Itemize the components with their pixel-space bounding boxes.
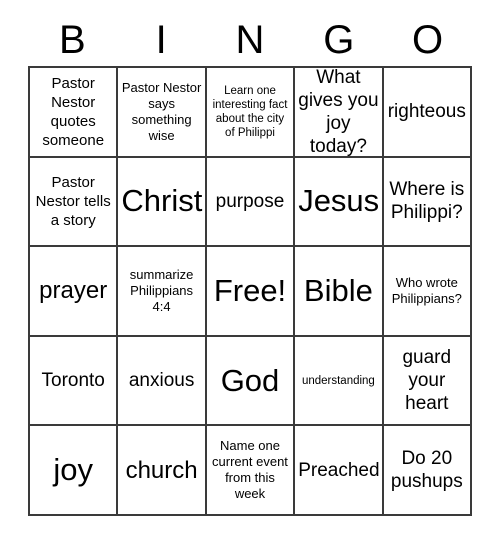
bingo-cell-label: prayer xyxy=(39,277,108,305)
bingo-cell-label: Pastor Nestor tells a story xyxy=(35,173,111,229)
bingo-cell[interactable]: Bible xyxy=(295,247,384,337)
bingo-cell-label: Jesus xyxy=(298,183,380,219)
bingo-cell-label: summarize Philippians 4:4 xyxy=(129,266,194,314)
bingo-cell-label: Where is Philippi? xyxy=(389,179,465,224)
bingo-grid: Pastor Nestor quotes someone Pastor Nesto… xyxy=(28,66,472,516)
bingo-cell-label: Christ xyxy=(121,183,203,219)
bingo-cell-label: Who wrote Philippians? xyxy=(391,274,462,306)
bingo-cell[interactable]: Toronto xyxy=(30,336,119,427)
bingo-header: B I N G O xyxy=(28,14,472,66)
bingo-cell[interactable]: Pastor Nestor tells a story xyxy=(30,157,119,248)
bingo-cell-label: guard your heart xyxy=(402,347,452,415)
bingo-cell[interactable]: What gives you joy today? xyxy=(295,68,384,158)
bingo-cell[interactable]: prayer xyxy=(30,247,119,337)
bingo-cell-label: Do 20 pushups xyxy=(390,448,463,493)
bingo-cell[interactable]: Learn one interesting fact about the cit… xyxy=(206,68,296,158)
bingo-cell-label: Learn one interesting fact about the cit… xyxy=(212,84,288,139)
bingo-header-letter-n: N xyxy=(235,18,265,62)
bingo-cell-label: church xyxy=(125,456,198,484)
bingo-cell[interactable]: Pastor Nestor quotes someone xyxy=(30,68,119,158)
bingo-cell-label: anxious xyxy=(128,370,195,392)
bingo-cell[interactable]: Do 20 pushups xyxy=(383,426,472,516)
bingo-cell-label: What gives you joy today? xyxy=(298,68,379,157)
bingo-cell-label: righteous xyxy=(387,101,466,123)
bingo-cell[interactable]: understanding xyxy=(295,336,384,427)
bingo-cell-label: Preached xyxy=(298,459,380,481)
bingo-cell-label: God xyxy=(220,362,280,398)
bingo-cell[interactable]: purpose xyxy=(206,157,296,248)
bingo-cell[interactable]: Christ xyxy=(118,157,207,248)
bingo-cell[interactable]: church xyxy=(118,426,207,516)
bingo-cell[interactable]: Where is Philippi? xyxy=(383,157,472,248)
bingo-cell[interactable]: Name one current event from this week xyxy=(206,426,296,516)
bingo-cell-label: Pastor Nestor quotes someone xyxy=(42,74,105,149)
bingo-header-letter-g: G xyxy=(323,18,355,62)
bingo-cell[interactable]: anxious xyxy=(118,336,207,427)
bingo-cell[interactable]: God xyxy=(206,336,296,427)
bingo-cell[interactable]: righteous xyxy=(383,68,472,158)
bingo-cell-label: Pastor Nestor says something wise xyxy=(121,79,202,143)
bingo-cell-label: understanding xyxy=(301,374,375,387)
bingo-cell[interactable]: summarize Philippians 4:4 xyxy=(118,247,207,337)
bingo-cell[interactable]: Free! xyxy=(206,247,296,337)
bingo-cell[interactable]: Pastor Nestor says something wise xyxy=(118,68,207,158)
bingo-card: B I N G O Pastor Nestor quotes someone Pa… xyxy=(0,0,500,544)
bingo-cell[interactable]: Who wrote Philippians? xyxy=(383,247,472,337)
bingo-cell-label: Name one current event from this week xyxy=(212,438,288,502)
bingo-cell-label: Bible xyxy=(303,272,373,308)
bingo-cell-label: Free! xyxy=(213,272,287,308)
bingo-header-letter-b: B xyxy=(59,18,86,62)
bingo-cell-label: purpose xyxy=(215,190,285,212)
bingo-header-letter-i: I xyxy=(155,18,167,62)
bingo-cell[interactable]: guard your heart xyxy=(383,336,472,427)
bingo-cell[interactable]: Jesus xyxy=(295,157,384,248)
bingo-cell[interactable]: joy xyxy=(30,426,119,516)
bingo-cell-label: Toronto xyxy=(41,370,105,392)
bingo-cell-label: joy xyxy=(53,452,94,488)
bingo-header-letter-o: O xyxy=(412,18,444,62)
bingo-cell[interactable]: Preached xyxy=(295,426,384,516)
